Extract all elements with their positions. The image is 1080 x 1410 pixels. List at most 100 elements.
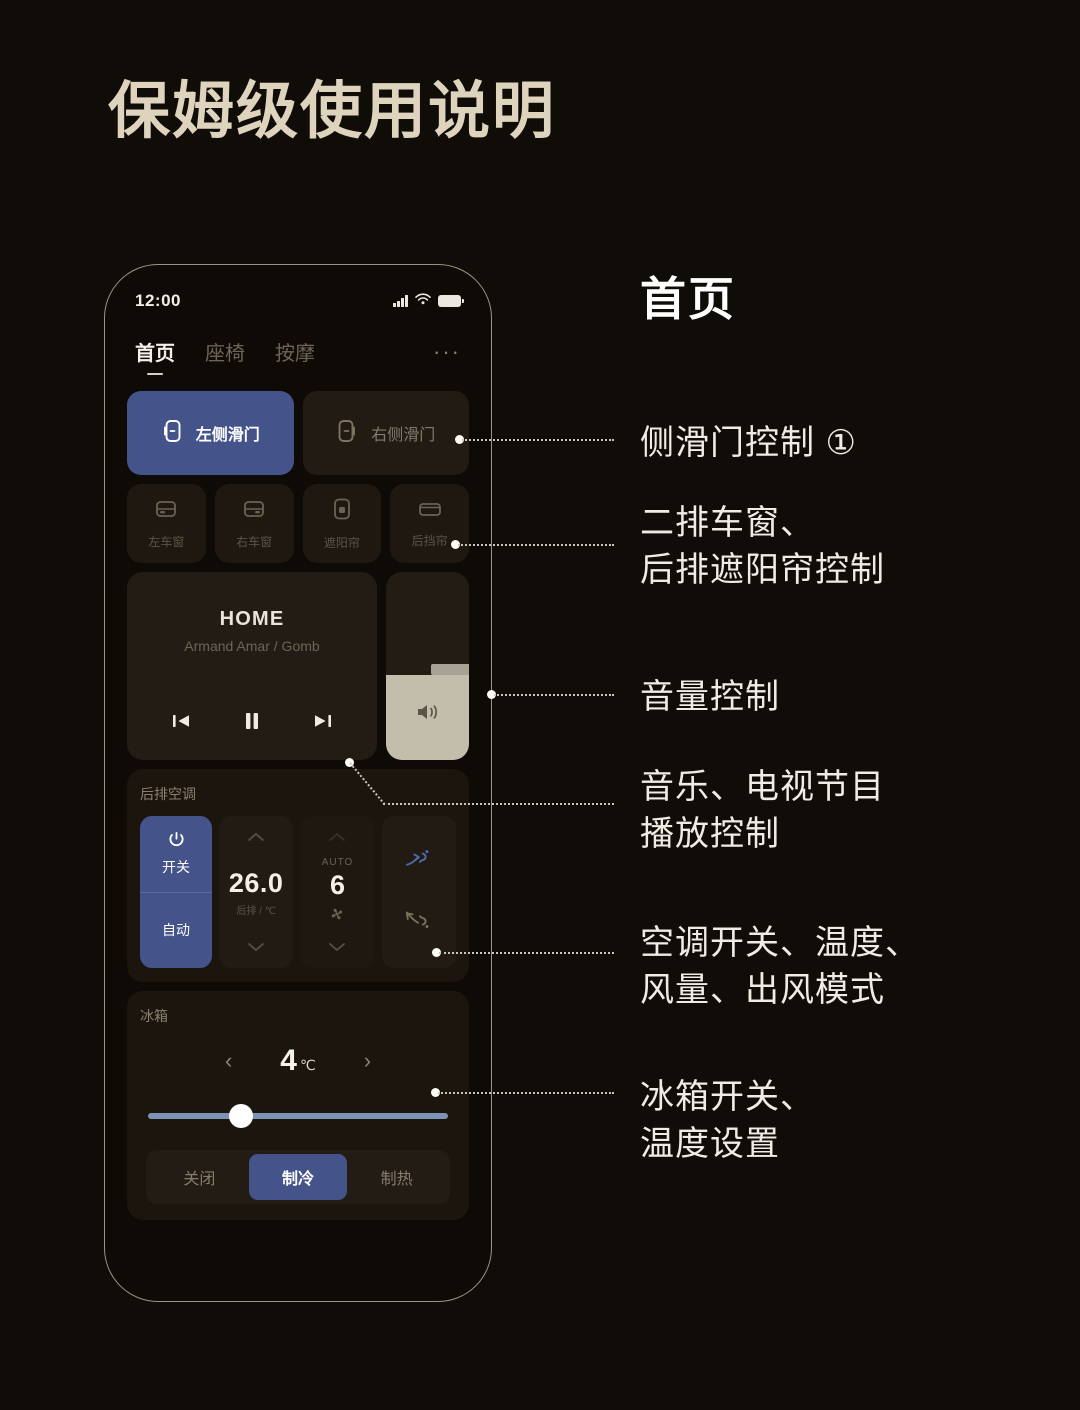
door-tile-right-sliding[interactable]: 右侧滑门 [302, 391, 469, 475]
ac-power-group: 开关 自动 [140, 816, 212, 968]
tile-label: 后挡帘 [411, 533, 448, 548]
ac-fan-value-group: AUTO 6 [322, 857, 354, 928]
fridge-mode-off[interactable]: 关闭 [150, 1154, 249, 1200]
fridge-panel-title: 冰箱 [140, 1008, 168, 1024]
page-title: 保姆级使用说明 [108, 77, 557, 146]
leader-line [462, 439, 614, 441]
track-title: HOME [219, 608, 285, 630]
sliding-door-right-icon [336, 419, 358, 448]
previous-track-icon[interactable] [170, 711, 192, 731]
fridge-panel: 冰箱 ‹ 4 ℃ › 关闭 制冷 制热 [127, 991, 469, 1220]
window-right-icon [242, 498, 266, 525]
fridge-mode-cool[interactable]: 制冷 [248, 1154, 348, 1200]
status-bar: 12:00 [127, 265, 469, 321]
more-menu-icon[interactable]: ··· [433, 339, 461, 376]
status-time: 12:00 [135, 291, 181, 310]
leader-line [439, 952, 614, 954]
status-icons [393, 292, 464, 310]
door-label: 左侧滑门 [195, 427, 260, 444]
ac-power-button[interactable]: 开关 [140, 816, 212, 892]
speaker-icon [415, 701, 441, 728]
annotation-sliding-door: 侧滑门控制 ① [640, 424, 857, 462]
phone-screen: 12:00 首页 座椅 按摩 ··· 左侧滑门 右侧滑门 左车窗 右车窗 遮阳帘… [105, 265, 491, 1301]
wifi-icon [415, 292, 431, 310]
tab-massage[interactable]: 按摩 [275, 337, 315, 377]
ac-auto-label: 自动 [162, 922, 190, 939]
annotation-heading: 首页 [640, 273, 736, 325]
tile-rear-shade[interactable]: 后挡帘 [390, 484, 469, 563]
ac-fan-value: 6 [329, 870, 345, 900]
ac-panel: 后排空调 开关 自动 26.0 后排 / ℃ AUTO 6 [127, 769, 469, 982]
window-left-icon [154, 498, 178, 525]
fridge-temperature-group: 4 ℃ [280, 1044, 315, 1078]
annotation-volume: 音量控制 [640, 678, 780, 716]
airflow-feet-icon[interactable] [403, 905, 435, 938]
rear-shade-icon [417, 499, 443, 524]
sunshade-curtain-icon [330, 497, 354, 526]
tab-home[interactable]: 首页 [135, 337, 175, 377]
ac-fan-auto-label: AUTO [321, 857, 354, 868]
chevron-down-icon[interactable] [247, 940, 265, 955]
fridge-temperature-unit: ℃ [299, 1057, 316, 1073]
ac-temperature-value-group: 26.0 后排 / ℃ [229, 868, 284, 917]
fan-icon [328, 905, 346, 928]
chevron-up-icon[interactable] [247, 830, 265, 845]
tile-label: 右车窗 [236, 534, 273, 549]
annotation-media-playback: 音乐、电视节目 播放控制 [640, 768, 885, 853]
fridge-mode-heat[interactable]: 制热 [347, 1154, 446, 1200]
slider-track [148, 1113, 448, 1119]
chevron-right-icon[interactable]: › [364, 1050, 371, 1072]
annotation-fridge: 冰箱开关、 温度设置 [640, 1078, 815, 1163]
power-icon [168, 831, 185, 851]
chevron-down-icon[interactable] [328, 940, 346, 955]
slider-thumb[interactable] [229, 1104, 253, 1128]
ac-auto-button[interactable]: 自动 [140, 891, 212, 969]
battery-icon [438, 295, 464, 307]
chevron-left-icon[interactable]: ‹ [225, 1050, 232, 1072]
annotation-ac: 空调开关、温度、 风量、出风模式 [640, 924, 920, 1009]
leader-line [494, 694, 614, 696]
ac-panel-title: 后排空调 [140, 786, 196, 802]
media-section: HOME Armand Amar / Gomb [127, 572, 469, 760]
tab-bar: 首页 座椅 按摩 ··· [127, 321, 469, 377]
leader-line [438, 1092, 614, 1094]
fridge-temperature-slider[interactable] [148, 1104, 448, 1128]
door-tile-left-sliding[interactable]: 左侧滑门 [127, 391, 294, 475]
leader-line [458, 544, 614, 546]
pause-icon[interactable] [242, 710, 262, 732]
volume-slider[interactable] [386, 572, 469, 760]
ac-temperature-stepper[interactable]: 26.0 后排 / ℃ [219, 816, 294, 968]
door-label: 右侧滑门 [371, 427, 436, 444]
chevron-up-icon[interactable] [328, 830, 346, 845]
ac-controls-row: 开关 自动 26.0 后排 / ℃ AUTO 6 [140, 816, 456, 968]
volume-fill [386, 675, 469, 760]
tile-label: 左车窗 [148, 534, 185, 549]
ac-airflow-mode-group [381, 816, 456, 968]
tile-left-window[interactable]: 左车窗 [127, 484, 206, 563]
tile-right-window[interactable]: 右车窗 [214, 484, 294, 563]
tab-seat[interactable]: 座椅 [205, 337, 245, 377]
volume-thumb[interactable] [431, 664, 469, 676]
fridge-temperature-value: 4 [280, 1044, 297, 1077]
sliding-door-left-icon [161, 419, 183, 448]
airflow-face-icon[interactable] [403, 847, 435, 880]
media-player-card[interactable]: HOME Armand Amar / Gomb [127, 572, 377, 760]
tile-sunshade[interactable]: 遮阳帘 [302, 484, 382, 563]
ac-power-label: 开关 [162, 858, 190, 875]
ac-temperature-value: 26.0 [228, 868, 284, 898]
annotation-window-shade: 二排车窗、 后排遮阳帘控制 [640, 504, 885, 589]
phone-mockup: 12:00 首页 座椅 按摩 ··· 左侧滑门 右侧滑门 左车窗 右车窗 遮阳帘… [104, 264, 492, 1302]
fridge-temperature-row: ‹ 4 ℃ › [140, 1044, 456, 1078]
ac-fan-stepper[interactable]: AUTO 6 [300, 816, 375, 968]
next-track-icon[interactable] [312, 711, 334, 731]
tiles-section: 左侧滑门 右侧滑门 左车窗 右车窗 遮阳帘 后挡帘 [127, 391, 469, 563]
door-row: 左侧滑门 右侧滑门 [127, 391, 469, 475]
track-artist: Armand Amar / Gomb [184, 638, 320, 654]
signal-icon [393, 295, 408, 307]
leader-line [383, 803, 614, 805]
window-row: 左车窗 右车窗 遮阳帘 后挡帘 [127, 484, 469, 563]
fridge-mode-segmented-control: 关闭 制冷 制热 [146, 1150, 450, 1204]
ac-temperature-unit: 后排 / ℃ [236, 906, 276, 917]
media-controls [127, 710, 377, 732]
tile-label: 遮阳帘 [323, 535, 360, 550]
